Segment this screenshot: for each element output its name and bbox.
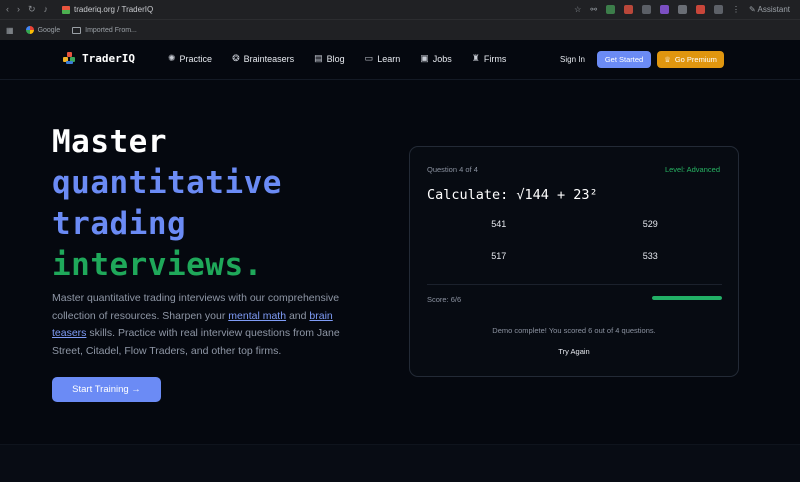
hero-title-line: quantitative bbox=[52, 165, 282, 201]
bookmark-label: Imported From... bbox=[85, 26, 137, 34]
browser-nav-buttons: ‹ › ↻ ♪ bbox=[0, 4, 48, 15]
card-divider bbox=[427, 284, 722, 285]
nav-link-label: Brainteasers bbox=[243, 53, 295, 64]
extension-icon[interactable] bbox=[660, 5, 670, 14]
site-favicon-icon bbox=[62, 5, 71, 14]
nav-link-label: Learn bbox=[377, 53, 401, 64]
nav-link-label: Practice bbox=[179, 53, 213, 64]
brand-logo[interactable]: TraderIQ bbox=[63, 52, 135, 65]
extension-icon[interactable] bbox=[606, 5, 616, 14]
hero-title-line: interviews. bbox=[52, 247, 263, 283]
bookmark-label: Google bbox=[37, 26, 61, 34]
assistant-button[interactable]: ✎ Assistant bbox=[749, 5, 790, 14]
briefcase-icon: ▣ bbox=[420, 53, 429, 63]
trophy-icon: ♕ bbox=[664, 55, 671, 64]
start-training-button[interactable]: Start Training → bbox=[52, 377, 161, 402]
hero-desc-text: and bbox=[286, 309, 310, 322]
answer-option[interactable]: 529 bbox=[579, 213, 723, 235]
demo-complete-message: Demo complete! You scored 6 out of 4 que… bbox=[492, 326, 656, 335]
difficulty-level: Level: Advanced bbox=[664, 165, 720, 174]
browser-extensions: ☆ ⚯ ⋮ ✎ Assistant bbox=[574, 5, 800, 14]
next-section-band bbox=[0, 444, 800, 482]
menu-icon[interactable]: ⋮ bbox=[732, 5, 740, 14]
answer-options: 541 529 517 533 bbox=[427, 213, 722, 267]
puzzle-icon: ❂ bbox=[232, 53, 240, 63]
bookmarks-bar: ▦ Google Imported From... bbox=[0, 19, 800, 40]
nav-link-brainteasers[interactable]: ❂ Brainteasers bbox=[232, 53, 294, 64]
extension-icon[interactable] bbox=[714, 5, 724, 14]
nav-link-label: Jobs bbox=[432, 53, 452, 64]
nav-link-jobs[interactable]: ▣ Jobs bbox=[420, 53, 452, 64]
question-text: Calculate: √144 + 23² bbox=[427, 187, 598, 203]
assistant-label: Assistant bbox=[757, 5, 790, 14]
go-premium-label: Go Premium bbox=[674, 55, 717, 64]
sign-in-link[interactable]: Sign In bbox=[560, 55, 585, 64]
address-bar[interactable]: traderiq.org / TraderIQ bbox=[62, 5, 153, 14]
forward-icon[interactable]: › bbox=[17, 4, 20, 15]
extension-icon[interactable] bbox=[624, 5, 634, 14]
answer-option[interactable]: 541 bbox=[427, 213, 571, 235]
nav-link-blog[interactable]: ▤ Blog bbox=[314, 53, 345, 64]
book-icon: ▭ bbox=[364, 53, 374, 63]
address-text[interactable]: traderiq.org / TraderIQ bbox=[74, 5, 153, 14]
hero-description: Master quantitative trading interviews w… bbox=[52, 290, 367, 360]
nav-link-practice[interactable]: ✺ Practice bbox=[168, 53, 212, 64]
reload-icon[interactable]: ↻ bbox=[28, 4, 36, 15]
bookmark-imported[interactable]: Imported From... bbox=[72, 26, 137, 34]
hero-desc-text: skills. Practice with real interview que… bbox=[52, 327, 340, 357]
nav-link-firms[interactable]: ♜ Firms bbox=[472, 53, 507, 64]
brain-icon: ✺ bbox=[168, 53, 176, 63]
try-again-button[interactable]: Try Again bbox=[410, 347, 738, 356]
microphone-icon[interactable]: ♪ bbox=[44, 4, 49, 15]
extension-icon[interactable] bbox=[642, 5, 652, 14]
bookmark-google[interactable]: Google bbox=[25, 26, 61, 34]
progress-bar-fill bbox=[652, 296, 722, 300]
building-icon: ♜ bbox=[471, 53, 480, 63]
google-icon bbox=[25, 26, 34, 34]
browser-toolbar: ‹ › ↻ ♪ traderiq.org / TraderIQ ☆ ⚯ ⋮ ✎ … bbox=[0, 0, 800, 19]
get-started-button[interactable]: Get Started bbox=[597, 51, 651, 68]
nav-links: ✺ Practice ❂ Brainteasers ▤ Blog ▭ Learn… bbox=[168, 53, 526, 64]
nav-link-learn[interactable]: ▭ Learn bbox=[365, 53, 401, 64]
folder-icon bbox=[72, 26, 82, 34]
nav-link-label: Blog bbox=[326, 53, 345, 64]
extension-icon[interactable] bbox=[678, 5, 688, 14]
hero-title: Master quantitative trading interviews. bbox=[52, 122, 282, 286]
extension-icon[interactable] bbox=[696, 5, 706, 14]
hero-title-line: Master bbox=[52, 124, 167, 160]
question-counter: Question 4 of 4 bbox=[427, 165, 478, 174]
nav-link-label: Firms bbox=[483, 53, 507, 64]
hero-title-line: trading bbox=[52, 206, 187, 242]
answer-option[interactable]: 517 bbox=[427, 245, 571, 267]
go-premium-button[interactable]: ♕ Go Premium bbox=[657, 51, 724, 68]
mental-math-link[interactable]: mental math bbox=[228, 310, 286, 322]
extension-link-icon[interactable]: ⚯ bbox=[590, 5, 597, 14]
logo-icon bbox=[63, 52, 76, 65]
demo-quiz-card: Question 4 of 4 Level: Advanced Calculat… bbox=[409, 146, 739, 377]
newspaper-icon: ▤ bbox=[314, 53, 323, 63]
brand-name: TraderIQ bbox=[82, 52, 135, 65]
progress-bar bbox=[652, 296, 722, 300]
back-icon[interactable]: ‹ bbox=[6, 4, 9, 15]
bookmark-star-icon[interactable]: ☆ bbox=[574, 5, 581, 14]
score-text: Score: 6/6 bbox=[427, 295, 462, 304]
apps-grid-icon[interactable]: ▦ bbox=[6, 26, 14, 35]
answer-option[interactable]: 533 bbox=[579, 245, 723, 267]
